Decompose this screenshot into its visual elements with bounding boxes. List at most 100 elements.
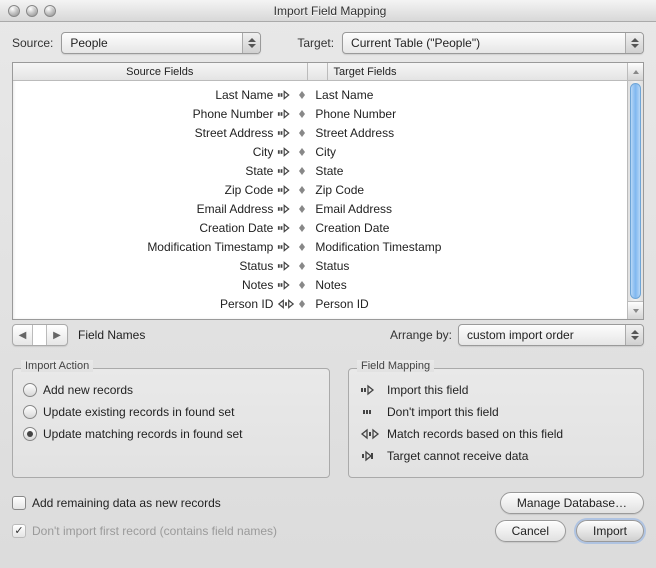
mapping-mode-icon[interactable]	[277, 203, 295, 215]
pager-prev-icon[interactable]: ◀	[13, 325, 33, 345]
close-icon[interactable]	[8, 5, 20, 17]
reorder-handle[interactable]	[295, 224, 309, 232]
source-field: Phone Number	[17, 107, 277, 121]
reorder-handle[interactable]	[295, 148, 309, 156]
reorder-handle[interactable]	[295, 129, 309, 137]
mapping-mode-icon[interactable]	[277, 298, 295, 310]
mapping-mode-icon[interactable]	[277, 89, 295, 101]
mapping-row[interactable]: Person ID Person ID	[13, 294, 627, 313]
field-mapping-group: Field Mapping Import this fieldDon't imp…	[348, 368, 644, 478]
pager-next-icon[interactable]: ▶	[47, 325, 67, 345]
import-button[interactable]: Import	[576, 520, 644, 542]
target-label: Target:	[297, 36, 334, 50]
mapping-row[interactable]: City City	[13, 142, 627, 161]
source-field: Street Address	[17, 126, 277, 140]
reorder-handle[interactable]	[295, 110, 309, 118]
import-action-radio[interactable]	[23, 383, 37, 397]
add-remaining-label: Add remaining data as new records	[32, 496, 221, 510]
mapping-mode-icon[interactable]	[277, 127, 295, 139]
arrange-select[interactable]: custom import order	[458, 324, 644, 346]
target-field: Last Name	[309, 88, 623, 102]
import-action-group: Import Action Add new recordsUpdate exis…	[12, 368, 330, 478]
scroll-up-icon[interactable]	[628, 63, 643, 81]
field-mapping-title: Field Mapping	[357, 360, 434, 372]
mapping-row[interactable]: Phone Number Phone Number	[13, 104, 627, 123]
mapping-mode-icon[interactable]	[277, 165, 295, 177]
col-source-fields[interactable]: Source Fields	[13, 63, 308, 80]
cancel-button[interactable]: Cancel	[495, 520, 566, 542]
mapping-row[interactable]: NotesNotes	[13, 275, 627, 294]
window-controls	[8, 5, 56, 17]
arrange-value: custom import order	[467, 328, 574, 342]
source-field: Person ID	[17, 297, 277, 311]
reorder-handle[interactable]	[295, 205, 309, 213]
target-field: Email Address	[309, 202, 623, 216]
target-field: State	[309, 164, 623, 178]
mapping-mode-icon[interactable]	[277, 260, 295, 272]
source-field: City	[17, 145, 277, 159]
window-title: Import Field Mapping	[64, 4, 648, 18]
scrollbar[interactable]	[627, 63, 643, 319]
reorder-handle[interactable]	[295, 262, 309, 270]
import-action-label: Add new records	[43, 383, 133, 397]
chevron-updown-icon	[625, 33, 643, 53]
mapping-mode-icon[interactable]	[277, 279, 295, 291]
mapping-mode-icon[interactable]	[277, 108, 295, 120]
col-target-fields[interactable]: Target Fields	[328, 63, 628, 80]
mapping-row[interactable]: Zip CodeZip Code	[13, 180, 627, 199]
source-field: Notes	[17, 278, 277, 292]
target-field: City	[309, 145, 623, 159]
target-field: Person ID	[309, 297, 623, 311]
reorder-handle[interactable]	[295, 186, 309, 194]
import-action-label: Update existing records in found set	[43, 405, 234, 419]
mapping-mode-icon[interactable]	[277, 184, 295, 196]
mapping-row[interactable]: State State	[13, 161, 627, 180]
field-names-label: Field Names	[78, 328, 145, 342]
minimize-icon[interactable]	[26, 5, 38, 17]
source-field: Status	[17, 259, 277, 273]
manage-database-button[interactable]: Manage Database…	[500, 492, 644, 514]
zoom-icon[interactable]	[44, 5, 56, 17]
mapping-row[interactable]: Status Status	[13, 256, 627, 275]
source-field: Zip Code	[17, 183, 277, 197]
reorder-handle[interactable]	[295, 243, 309, 251]
target-field: Street Address	[309, 126, 623, 140]
legend-label: Target cannot receive data	[387, 449, 528, 463]
source-label: Source:	[12, 36, 53, 50]
target-field: Status	[309, 259, 623, 273]
reorder-handle[interactable]	[295, 281, 309, 289]
add-remaining-checkbox[interactable]	[12, 496, 26, 510]
target-field: Modification Timestamp	[309, 240, 623, 254]
mapping-mode-icon[interactable]	[277, 241, 295, 253]
legend-label: Match records based on this field	[387, 427, 563, 441]
legend-icon	[359, 384, 381, 396]
chevron-updown-icon	[625, 325, 643, 345]
legend-label: Don't import this field	[387, 405, 499, 419]
source-field: Modification Timestamp	[17, 240, 277, 254]
mapping-mode-icon[interactable]	[277, 146, 295, 158]
reorder-handle[interactable]	[295, 300, 309, 308]
mapping-mode-icon[interactable]	[277, 222, 295, 234]
mapping-row[interactable]: Email Address Email Address	[13, 199, 627, 218]
target-field: Phone Number	[309, 107, 623, 121]
titlebar: Import Field Mapping	[0, 0, 656, 22]
source-select[interactable]: People	[61, 32, 261, 54]
mapping-list: Source Fields Target Fields Last NameLas…	[12, 62, 644, 320]
mapping-row[interactable]: Last NameLast Name	[13, 85, 627, 104]
scroll-down-icon[interactable]	[628, 301, 643, 319]
scrollbar-thumb[interactable]	[630, 83, 641, 299]
import-action-radio[interactable]	[23, 427, 37, 441]
reorder-handle[interactable]	[295, 91, 309, 99]
mapping-row[interactable]: Creation DateCreation Date	[13, 218, 627, 237]
source-field: Email Address	[17, 202, 277, 216]
dont-import-first-label: Don't import first record (contains fiel…	[32, 524, 277, 538]
reorder-handle[interactable]	[295, 167, 309, 175]
record-pager[interactable]: ◀ ▶	[12, 324, 68, 346]
import-action-radio[interactable]	[23, 405, 37, 419]
source-field: State	[17, 164, 277, 178]
import-action-title: Import Action	[21, 360, 93, 372]
mapping-row[interactable]: Modification Timestamp Modification Times…	[13, 237, 627, 256]
target-select[interactable]: Current Table ("People")	[342, 32, 644, 54]
legend-label: Import this field	[387, 383, 468, 397]
mapping-row[interactable]: Street Address Street Address	[13, 123, 627, 142]
